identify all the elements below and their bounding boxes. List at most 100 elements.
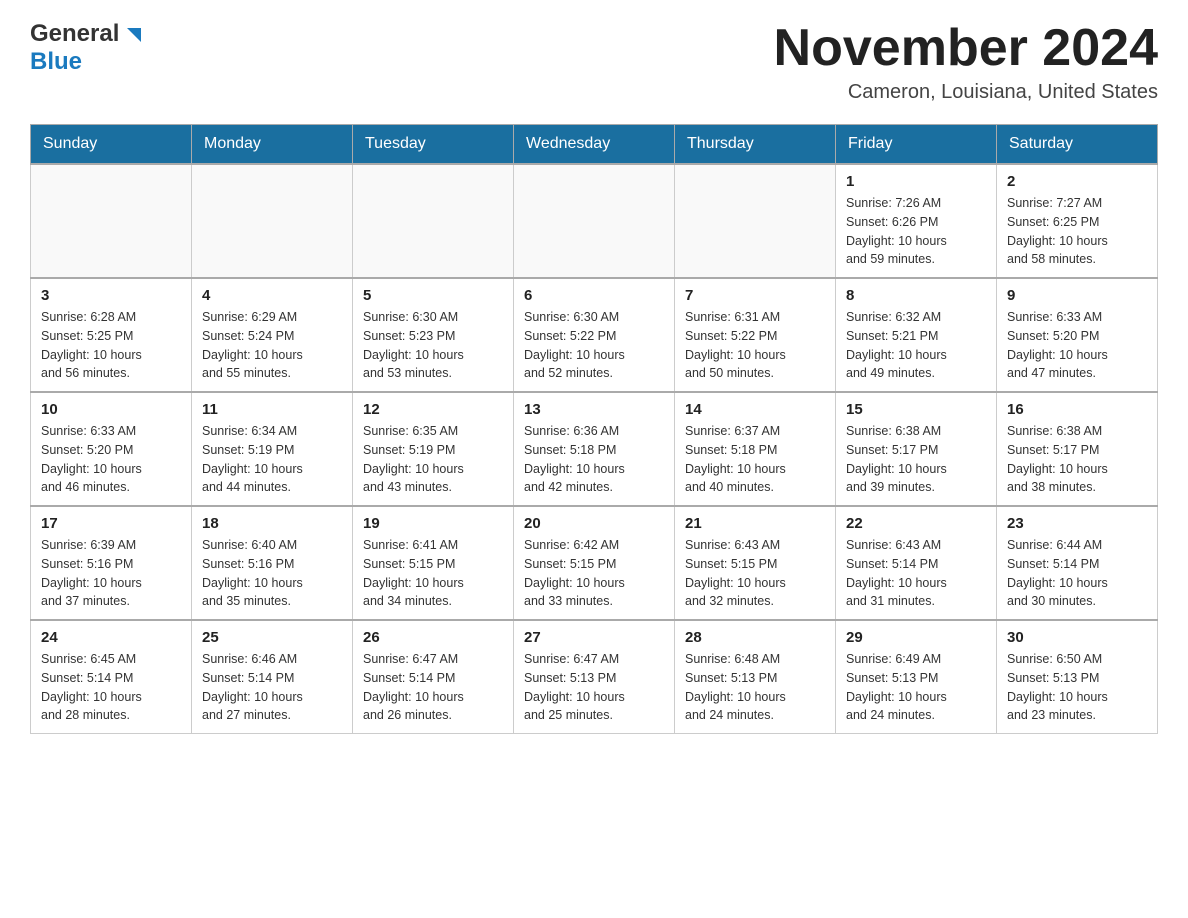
day-number: 26: [363, 629, 503, 646]
col-sunday: Sunday: [31, 125, 192, 165]
calendar-cell-w2-d6: 8Sunrise: 6:32 AM Sunset: 5:21 PM Daylig…: [836, 278, 997, 392]
day-number: 25: [202, 629, 342, 646]
calendar-week-4: 17Sunrise: 6:39 AM Sunset: 5:16 PM Dayli…: [31, 506, 1158, 620]
day-info: Sunrise: 6:37 AM Sunset: 5:18 PM Dayligh…: [685, 422, 825, 497]
day-number: 27: [524, 629, 664, 646]
calendar-cell-w4-d4: 20 Sunrise: 6:42 AM Sunset: 5:15 PM Dayli…: [514, 506, 675, 620]
calendar-week-3: 10 Sunrise: 6:33 AM Sunset: 5:20 PM Dayli…: [31, 392, 1158, 506]
day-info: Sunrise: 6:50 AM Sunset: 5:13 PM Dayligh…: [1007, 650, 1147, 725]
day-info: Sunrise: 6:47 AM Sunset: 5:13 PM Dayligh…: [524, 650, 664, 725]
day-number: 12: [363, 401, 503, 418]
calendar-cell-w3-d7: 16 Sunrise: 6:38 AM Sunset: 5:17 PM Dayli…: [997, 392, 1158, 506]
day-info: Sunrise: 6:43 AM Sunset: 5:14 PM Dayligh…: [846, 536, 986, 611]
calendar-week-2: 3 Sunrise: 6:28 AM Sunset: 5:25 PM Daylig…: [31, 278, 1158, 392]
logo: General Blue: [30, 20, 145, 76]
day-info: Sunrise: 6:43 AM Sunset: 5:15 PM Dayligh…: [685, 536, 825, 611]
day-number: 7: [685, 287, 825, 304]
calendar-cell-w1-d5: [675, 164, 836, 278]
day-number: 28: [685, 629, 825, 646]
calendar-cell-w4-d2: 18 Sunrise: 6:40 AM Sunset: 5:16 PM Dayli…: [192, 506, 353, 620]
calendar-cell-w5-d5: 28Sunrise: 6:48 AM Sunset: 5:13 PM Dayli…: [675, 620, 836, 734]
day-number: 30: [1007, 629, 1147, 646]
day-number: 13: [524, 401, 664, 418]
col-tuesday: Tuesday: [353, 125, 514, 165]
calendar-cell-w1-d3: [353, 164, 514, 278]
calendar-cell-w3-d4: 13 Sunrise: 6:36 AM Sunset: 5:18 PM Dayli…: [514, 392, 675, 506]
day-info: Sunrise: 6:31 AM Sunset: 5:22 PM Dayligh…: [685, 308, 825, 383]
day-number: 6: [524, 287, 664, 304]
col-wednesday: Wednesday: [514, 125, 675, 165]
day-number: 2: [1007, 173, 1147, 190]
calendar-cell-w4-d6: 22 Sunrise: 6:43 AM Sunset: 5:14 PM Dayli…: [836, 506, 997, 620]
calendar-cell-w2-d3: 5 Sunrise: 6:30 AM Sunset: 5:23 PM Daylig…: [353, 278, 514, 392]
calendar-week-5: 24Sunrise: 6:45 AM Sunset: 5:14 PM Dayli…: [31, 620, 1158, 734]
month-year-title: November 2024: [774, 20, 1158, 77]
day-info: Sunrise: 6:34 AM Sunset: 5:19 PM Dayligh…: [202, 422, 342, 497]
day-number: 1: [846, 173, 986, 190]
day-info: Sunrise: 6:33 AM Sunset: 5:20 PM Dayligh…: [1007, 308, 1147, 383]
page-header: General Blue November 2024 Cameron, Loui…: [30, 20, 1158, 104]
col-monday: Monday: [192, 125, 353, 165]
day-number: 15: [846, 401, 986, 418]
day-info: Sunrise: 6:40 AM Sunset: 5:16 PM Dayligh…: [202, 536, 342, 611]
day-info: Sunrise: 6:38 AM Sunset: 5:17 PM Dayligh…: [1007, 422, 1147, 497]
day-info: Sunrise: 6:28 AM Sunset: 5:25 PM Dayligh…: [41, 308, 181, 383]
title-section: November 2024 Cameron, Louisiana, United…: [774, 20, 1158, 104]
logo-blue-text: Blue: [30, 48, 82, 76]
day-info: Sunrise: 6:49 AM Sunset: 5:13 PM Dayligh…: [846, 650, 986, 725]
calendar-cell-w3-d2: 11 Sunrise: 6:34 AM Sunset: 5:19 PM Dayli…: [192, 392, 353, 506]
day-number: 19: [363, 515, 503, 532]
calendar-cell-w1-d7: 2 Sunrise: 7:27 AM Sunset: 6:25 PM Daylig…: [997, 164, 1158, 278]
day-info: Sunrise: 6:36 AM Sunset: 5:18 PM Dayligh…: [524, 422, 664, 497]
day-info: Sunrise: 6:44 AM Sunset: 5:14 PM Dayligh…: [1007, 536, 1147, 611]
calendar-cell-w2-d1: 3 Sunrise: 6:28 AM Sunset: 5:25 PM Daylig…: [31, 278, 192, 392]
logo-triangle-icon: [123, 24, 145, 46]
calendar-cell-w2-d2: 4 Sunrise: 6:29 AM Sunset: 5:24 PM Daylig…: [192, 278, 353, 392]
calendar-cell-w3-d1: 10 Sunrise: 6:33 AM Sunset: 5:20 PM Dayli…: [31, 392, 192, 506]
day-number: 9: [1007, 287, 1147, 304]
calendar-week-1: 1 Sunrise: 7:26 AM Sunset: 6:26 PM Daylig…: [31, 164, 1158, 278]
day-info: Sunrise: 6:33 AM Sunset: 5:20 PM Dayligh…: [41, 422, 181, 497]
calendar-cell-w4-d1: 17Sunrise: 6:39 AM Sunset: 5:16 PM Dayli…: [31, 506, 192, 620]
calendar-cell-w1-d1: [31, 164, 192, 278]
day-number: 10: [41, 401, 181, 418]
calendar-cell-w2-d4: 6 Sunrise: 6:30 AM Sunset: 5:22 PM Daylig…: [514, 278, 675, 392]
day-number: 11: [202, 401, 342, 418]
calendar-cell-w5-d2: 25 Sunrise: 6:46 AM Sunset: 5:14 PM Dayli…: [192, 620, 353, 734]
day-number: 4: [202, 287, 342, 304]
day-number: 16: [1007, 401, 1147, 418]
calendar-cell-w3-d5: 14Sunrise: 6:37 AM Sunset: 5:18 PM Dayli…: [675, 392, 836, 506]
calendar-cell-w4-d5: 21 Sunrise: 6:43 AM Sunset: 5:15 PM Dayli…: [675, 506, 836, 620]
day-number: 17: [41, 515, 181, 532]
day-number: 21: [685, 515, 825, 532]
calendar-cell-w5-d3: 26Sunrise: 6:47 AM Sunset: 5:14 PM Dayli…: [353, 620, 514, 734]
calendar-cell-w5-d7: 30 Sunrise: 6:50 AM Sunset: 5:13 PM Dayli…: [997, 620, 1158, 734]
day-info: Sunrise: 6:38 AM Sunset: 5:17 PM Dayligh…: [846, 422, 986, 497]
calendar-cell-w5-d4: 27 Sunrise: 6:47 AM Sunset: 5:13 PM Dayli…: [514, 620, 675, 734]
day-info: Sunrise: 6:30 AM Sunset: 5:22 PM Dayligh…: [524, 308, 664, 383]
day-info: Sunrise: 6:41 AM Sunset: 5:15 PM Dayligh…: [363, 536, 503, 611]
day-number: 22: [846, 515, 986, 532]
day-number: 5: [363, 287, 503, 304]
calendar-cell-w3-d6: 15 Sunrise: 6:38 AM Sunset: 5:17 PM Dayli…: [836, 392, 997, 506]
day-number: 3: [41, 287, 181, 304]
col-thursday: Thursday: [675, 125, 836, 165]
day-info: Sunrise: 6:30 AM Sunset: 5:23 PM Dayligh…: [363, 308, 503, 383]
day-number: 18: [202, 515, 342, 532]
calendar-cell-w4-d7: 23Sunrise: 6:44 AM Sunset: 5:14 PM Dayli…: [997, 506, 1158, 620]
day-info: Sunrise: 6:42 AM Sunset: 5:15 PM Dayligh…: [524, 536, 664, 611]
day-number: 29: [846, 629, 986, 646]
day-info: Sunrise: 6:35 AM Sunset: 5:19 PM Dayligh…: [363, 422, 503, 497]
day-info: Sunrise: 6:46 AM Sunset: 5:14 PM Dayligh…: [202, 650, 342, 725]
calendar-cell-w2-d5: 7 Sunrise: 6:31 AM Sunset: 5:22 PM Daylig…: [675, 278, 836, 392]
location-text: Cameron, Louisiana, United States: [774, 81, 1158, 104]
day-info: Sunrise: 6:32 AM Sunset: 5:21 PM Dayligh…: [846, 308, 986, 383]
day-number: 20: [524, 515, 664, 532]
calendar-cell-w1-d2: [192, 164, 353, 278]
day-info: Sunrise: 7:27 AM Sunset: 6:25 PM Dayligh…: [1007, 194, 1147, 269]
day-number: 24: [41, 629, 181, 646]
logo-general-text: General: [30, 20, 119, 48]
calendar-cell-w2-d7: 9 Sunrise: 6:33 AM Sunset: 5:20 PM Daylig…: [997, 278, 1158, 392]
day-info: Sunrise: 7:26 AM Sunset: 6:26 PM Dayligh…: [846, 194, 986, 269]
day-info: Sunrise: 6:29 AM Sunset: 5:24 PM Dayligh…: [202, 308, 342, 383]
